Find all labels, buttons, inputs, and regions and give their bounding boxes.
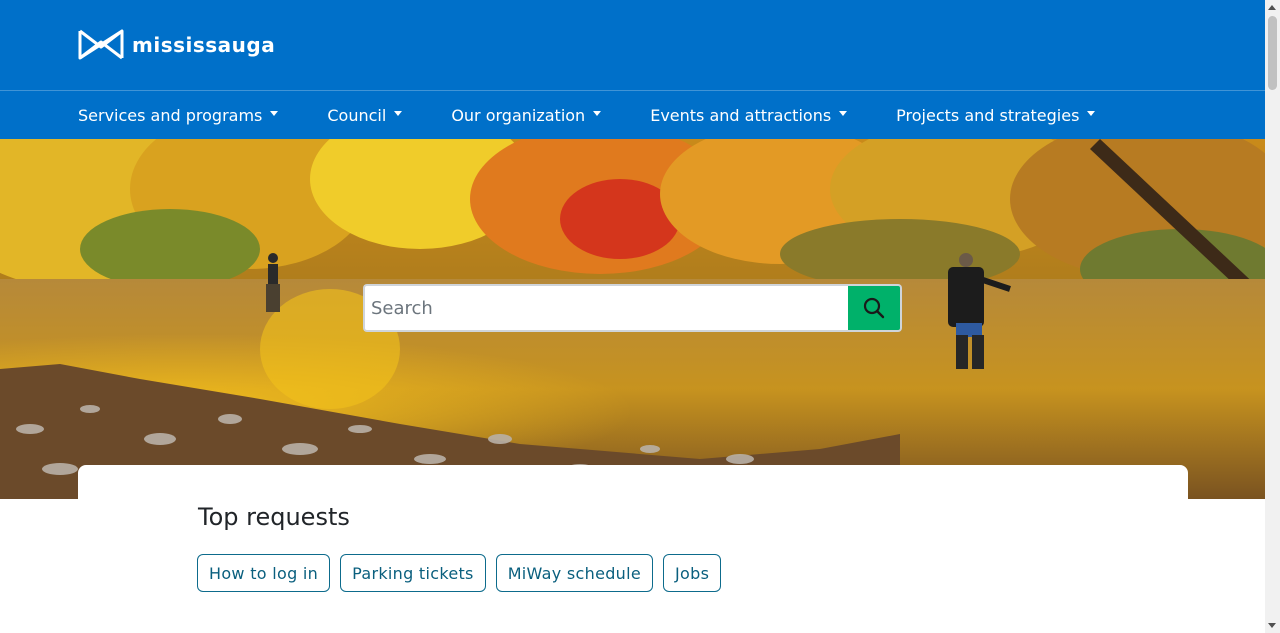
search-bar [363, 284, 902, 332]
top-request-how-to-log-in[interactable]: How to log in [197, 554, 331, 592]
logo-text: MISSISSAUGA [132, 32, 276, 57]
caret-down-icon [593, 111, 602, 116]
nav-item-label: Events and attractions [650, 105, 832, 125]
main-nav: Services and programs Council Our organi… [78, 91, 1096, 139]
nav-item-label: Services and programs [78, 105, 263, 125]
search-button[interactable] [848, 284, 902, 332]
nav-item-events-and-attractions[interactable]: Events and attractions [650, 105, 848, 125]
nav-item-projects-and-strategies[interactable]: Projects and strategies [896, 105, 1096, 125]
top-requests-card [78, 465, 1188, 633]
search-input[interactable] [363, 284, 848, 332]
nav-item-label: Projects and strategies [896, 105, 1080, 125]
search-icon [863, 297, 885, 319]
top-request-miway-schedule[interactable]: MiWay schedule [495, 554, 653, 592]
scrollbar-thumb[interactable] [1268, 16, 1277, 90]
top-request-jobs[interactable]: Jobs [663, 554, 722, 592]
nav-item-services-and-programs[interactable]: Services and programs [78, 105, 279, 125]
caret-down-icon [270, 111, 279, 116]
site-logo[interactable]: MISSISSAUGA [78, 29, 275, 60]
top-requests-title: Top requests [198, 503, 350, 531]
caret-down-icon [1087, 111, 1096, 116]
nav-item-council[interactable]: Council [327, 105, 403, 125]
page-scrollbar[interactable] [1265, 0, 1280, 633]
caret-down-icon [394, 111, 403, 116]
nav-item-label: Our organization [451, 105, 586, 125]
site-header: MISSISSAUGA Services and programs Counci… [0, 0, 1265, 139]
scroll-down-arrow-icon[interactable] [1268, 623, 1276, 628]
caret-down-icon [839, 111, 848, 116]
top-requests-list: How to log in Parking tickets MiWay sche… [197, 554, 731, 592]
top-request-parking-tickets[interactable]: Parking tickets [340, 554, 486, 592]
nav-item-label: Council [327, 105, 387, 125]
mississauga-m-icon [78, 29, 124, 60]
scroll-up-arrow-icon[interactable] [1268, 5, 1276, 10]
nav-item-our-organization[interactable]: Our organization [451, 105, 602, 125]
